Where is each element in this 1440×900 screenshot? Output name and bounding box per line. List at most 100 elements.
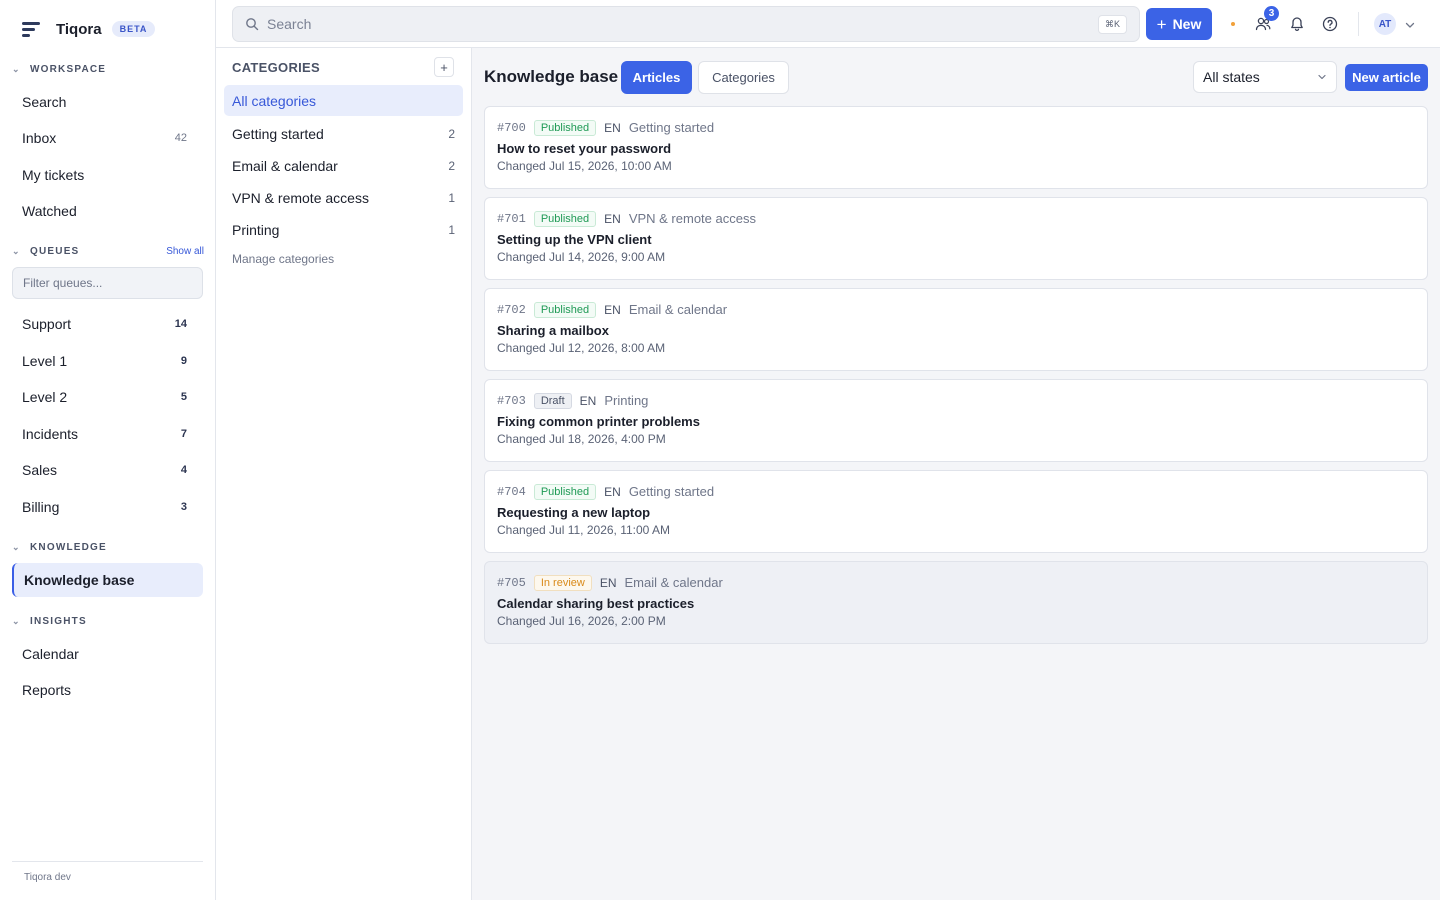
- category-item-printing[interactable]: Printing 1: [224, 214, 463, 245]
- sidebar-item-reports[interactable]: Reports: [12, 673, 203, 707]
- queue-count: 7: [180, 428, 187, 440]
- chevron-down-icon: [1317, 72, 1327, 82]
- category-count: 2: [448, 158, 455, 173]
- sidebar-item-support[interactable]: Support 14: [12, 307, 203, 341]
- article-card[interactable]: #703 Draft EN Printing Fixing common pri…: [484, 379, 1428, 462]
- sidebar-item-label: My tickets: [22, 167, 85, 183]
- sidebar-item-level-2[interactable]: Level 2 5: [12, 380, 203, 414]
- category-item-vpn[interactable]: VPN & remote access 1: [224, 182, 463, 213]
- section-label: INSIGHTS: [30, 615, 87, 627]
- category-item-all[interactable]: All categories: [224, 85, 463, 116]
- sidebar-item-inbox[interactable]: Inbox 42: [12, 121, 203, 155]
- sidebar-item-search[interactable]: Search: [12, 85, 203, 119]
- tab-articles[interactable]: Articles: [621, 61, 692, 94]
- add-category-button[interactable]: +: [434, 57, 454, 77]
- sidebar-item-label: Search: [22, 94, 67, 110]
- status-badge: Published: [533, 119, 597, 136]
- manage-categories-link[interactable]: Manage categories: [232, 252, 334, 266]
- article-category: Printing: [604, 393, 649, 408]
- article-changed: Changed Jul 11, 2026, 11:00 AM: [497, 523, 671, 537]
- brand[interactable]: Tiqora BETA: [22, 16, 156, 42]
- sidebar-item-calendar[interactable]: Calendar: [12, 637, 203, 671]
- tab-categories[interactable]: Categories: [698, 61, 789, 94]
- new-button-label: New: [1172, 16, 1202, 32]
- sidebar-footer: Tiqora dev: [12, 861, 203, 893]
- categories-title: CATEGORIES: [232, 60, 320, 75]
- article-changed: Changed Jul 18, 2026, 4:00 PM: [497, 432, 666, 446]
- state-filter-value: All states: [1203, 69, 1260, 85]
- chevron-down-icon: ⌄: [12, 541, 21, 552]
- article-category: VPN & remote access: [628, 211, 756, 226]
- status-badge: Published: [533, 301, 597, 318]
- search-input[interactable]: [267, 16, 1098, 32]
- knowledge-section-header[interactable]: ⌄ KNOWLEDGE: [12, 539, 204, 555]
- queue-count: 4: [180, 464, 187, 476]
- category-item-email-calendar[interactable]: Email & calendar 2: [224, 150, 463, 181]
- section-label: QUEUES: [30, 245, 80, 257]
- article-title: Fixing common printer problems: [497, 414, 700, 429]
- article-category: Getting started: [628, 484, 715, 499]
- article-category: Email & calendar: [628, 302, 728, 317]
- queue-count: 14: [174, 318, 187, 330]
- sidebar-item-sales[interactable]: Sales 4: [12, 453, 203, 487]
- team-badge: 3: [1264, 6, 1279, 21]
- article-id: #703: [497, 393, 526, 408]
- language-label: EN: [604, 120, 621, 135]
- sidebar-item-label: Watched: [22, 203, 77, 219]
- divider: [1358, 12, 1359, 36]
- article-card[interactable]: #700 Published EN Getting started How to…: [484, 106, 1428, 189]
- sidebar-item-my-tickets[interactable]: My tickets: [12, 158, 203, 192]
- article-category: Getting started: [628, 120, 715, 135]
- sidebar: Tiqora BETA ⌄ WORKSPACE Search Inbox 42 …: [0, 0, 216, 900]
- sidebar-item-label: Incidents: [22, 426, 79, 442]
- chevron-down-icon: ⌄: [12, 245, 21, 256]
- bell-icon[interactable]: [1286, 13, 1308, 35]
- category-label: VPN & remote access: [232, 189, 369, 206]
- article-card[interactable]: #704 Published EN Getting started Reques…: [484, 470, 1428, 553]
- sidebar-item-label: Billing: [22, 499, 60, 515]
- section-label: KNOWLEDGE: [30, 541, 107, 553]
- new-button[interactable]: + New: [1146, 8, 1212, 40]
- brand-name: Tiqora: [56, 20, 102, 38]
- article-card[interactable]: #702 Published EN Email & calendar Shari…: [484, 288, 1428, 371]
- workspace-section-header[interactable]: ⌄ WORKSPACE: [12, 61, 204, 77]
- topbar: ⌘K + New 3 AT: [216, 0, 1440, 48]
- status-badge: Draft: [533, 392, 572, 409]
- queue-count: 9: [180, 355, 187, 367]
- help-icon[interactable]: [1319, 13, 1341, 35]
- sidebar-item-watched[interactable]: Watched: [12, 194, 203, 228]
- sidebar-item-knowledge-base[interactable]: Knowledge base: [12, 563, 203, 597]
- sidebar-item-label: Level 2: [22, 389, 68, 405]
- beta-badge: BETA: [111, 21, 156, 37]
- article-changed: Changed Jul 16, 2026, 2:00 PM: [497, 614, 666, 628]
- sidebar-item-label: Sales: [22, 462, 58, 478]
- show-all-link[interactable]: Show all: [166, 246, 204, 257]
- category-label: Getting started: [232, 125, 324, 142]
- plus-icon: +: [1156, 14, 1167, 34]
- sidebar-item-level-1[interactable]: Level 1 9: [12, 344, 203, 378]
- filter-queues-input[interactable]: [12, 267, 203, 299]
- article-title: Setting up the VPN client: [497, 232, 652, 247]
- category-item-getting-started[interactable]: Getting started 2: [224, 118, 463, 149]
- article-card[interactable]: #701 Published EN VPN & remote access Se…: [484, 197, 1428, 280]
- main-content: Knowledge base Articles Categories All s…: [472, 48, 1440, 900]
- queue-count: 3: [180, 501, 187, 513]
- insights-section-header[interactable]: ⌄ INSIGHTS: [12, 613, 204, 629]
- state-filter-select[interactable]: All states: [1193, 61, 1337, 93]
- article-changed: Changed Jul 12, 2026, 8:00 AM: [497, 341, 666, 355]
- sidebar-item-label: Level 1: [22, 353, 68, 369]
- new-article-button[interactable]: New article: [1345, 64, 1428, 91]
- global-search[interactable]: ⌘K: [232, 6, 1140, 42]
- sidebar-item-billing[interactable]: Billing 3: [12, 490, 203, 524]
- article-title: Requesting a new laptop: [497, 505, 651, 520]
- chevron-down-icon[interactable]: [1404, 18, 1416, 34]
- sidebar-item-incidents[interactable]: Incidents 7: [12, 417, 203, 451]
- article-card[interactable]: #705 In review EN Email & calendar Calen…: [484, 561, 1428, 644]
- sidebar-item-label: Reports: [22, 682, 72, 698]
- queues-section-header[interactable]: ⌄ QUEUES Show all: [12, 243, 204, 259]
- avatar[interactable]: AT: [1374, 13, 1396, 35]
- article-title: Sharing a mailbox: [497, 323, 609, 338]
- category-label: All categories: [232, 92, 317, 109]
- sidebar-item-label: Calendar: [22, 646, 79, 662]
- article-id: #700: [497, 120, 526, 135]
